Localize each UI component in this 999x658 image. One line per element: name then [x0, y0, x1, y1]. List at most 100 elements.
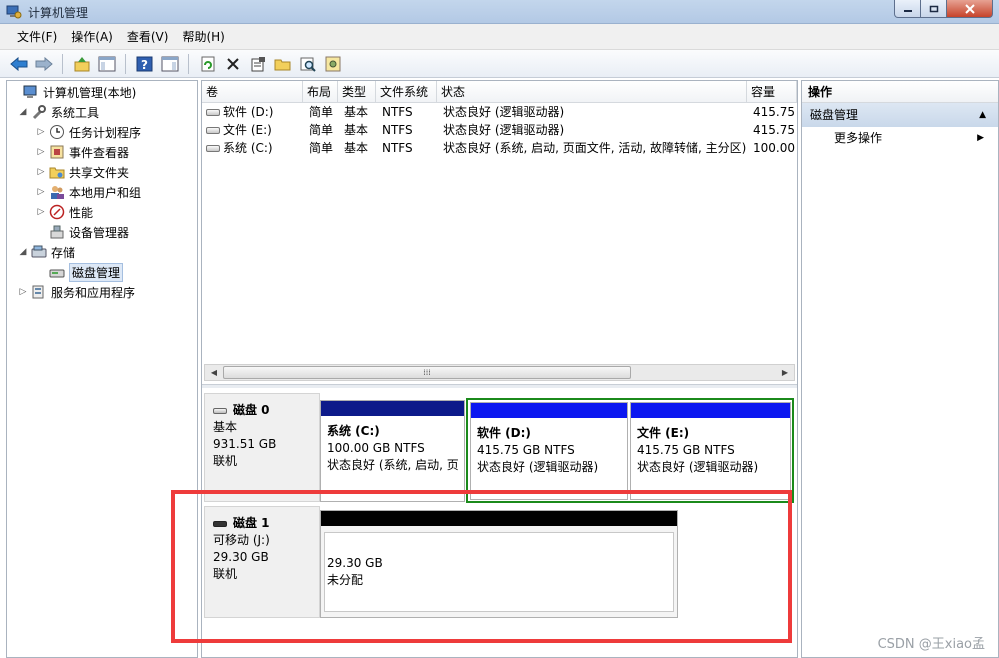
- horizontal-scrollbar[interactable]: ◀ ⁞⁞⁞ ▶: [204, 364, 795, 381]
- status-cell: 状态良好 (逻辑驱动器): [443, 105, 565, 119]
- show-action-pane-button[interactable]: [159, 53, 180, 74]
- tree-item-disk-management[interactable]: 磁盘管理: [35, 262, 124, 282]
- capacity-cell: 415.75 (: [753, 123, 797, 137]
- disk-status: 联机: [213, 567, 238, 581]
- unallocated-size: 29.30 GB: [327, 556, 383, 570]
- table-row[interactable]: 文件 (E:) 简单 基本 NTFS 状态良好 (逻辑驱动器) 415.75 (: [202, 121, 797, 139]
- refresh-button[interactable]: [197, 53, 218, 74]
- show-action-pane-icon: [161, 56, 178, 71]
- maximize-button[interactable]: [921, 0, 947, 18]
- tree-item-computer-management[interactable]: 计算机管理(本地): [9, 82, 136, 102]
- actions-section-disk-management[interactable]: 磁盘管理 ▲: [802, 103, 998, 127]
- expand-arrow-icon[interactable]: ▷: [35, 147, 47, 157]
- show-tree-button[interactable]: [96, 53, 117, 74]
- disk-name: 磁盘 0: [233, 403, 270, 417]
- open-button[interactable]: [272, 53, 293, 74]
- removable-disk-icon: [213, 520, 227, 527]
- tree-item-services-apps[interactable]: ▷ 服务和应用程序: [17, 282, 135, 302]
- drive-icon: [206, 127, 220, 134]
- status-cell: 状态良好 (逻辑驱动器): [443, 123, 565, 137]
- tree-item-system-tools[interactable]: ◢ 系统工具: [17, 102, 99, 122]
- help-button[interactable]: ?: [134, 53, 155, 74]
- expand-arrow-icon[interactable]: ▷: [35, 187, 47, 197]
- scroll-left-icon[interactable]: ◀: [206, 365, 222, 380]
- expand-arrow-icon[interactable]: ▷: [35, 167, 47, 177]
- menu-file[interactable]: 文件(F): [10, 24, 64, 50]
- filesystem-cell: NTFS: [382, 141, 413, 155]
- partition-d[interactable]: 软件 (D:) 415.75 GB NTFS 状态良好 (逻辑驱动器): [470, 402, 628, 500]
- up-button[interactable]: [71, 53, 92, 74]
- drive-icon: [206, 109, 220, 116]
- close-button[interactable]: [947, 0, 993, 18]
- minimize-button[interactable]: [894, 0, 921, 18]
- shared-folder-icon: [49, 164, 65, 180]
- partition-c[interactable]: 系统 (C:) 100.00 GB NTFS 状态良好 (系统, 启动, 页: [320, 400, 465, 502]
- delete-button[interactable]: [222, 53, 243, 74]
- collapse-arrow-icon[interactable]: ◢: [17, 107, 29, 117]
- partition-size: 100.00 GB NTFS: [327, 441, 425, 455]
- menu-action[interactable]: 操作(A): [64, 24, 120, 50]
- actions-section-label: 磁盘管理: [810, 108, 859, 122]
- actions-header: 操作: [802, 81, 998, 103]
- tree-item-storage[interactable]: ◢ 存储: [17, 242, 75, 262]
- tree-item-device-manager[interactable]: 设备管理器: [35, 222, 129, 242]
- tree-item-task-scheduler[interactable]: ▷ 任务计划程序: [35, 122, 141, 142]
- device-manager-icon: [49, 224, 65, 240]
- menu-help[interactable]: 帮助(H): [175, 24, 231, 50]
- expand-arrow-icon[interactable]: ▷: [35, 207, 47, 217]
- action-more-actions[interactable]: 更多操作 ▶: [802, 127, 998, 149]
- layout-cell: 简单: [309, 141, 334, 155]
- tree-item-shared-folders[interactable]: ▷ 共享文件夹: [35, 162, 129, 182]
- expand-arrow-icon[interactable]: ▷: [35, 127, 47, 137]
- open-icon: [274, 59, 290, 70]
- capacity-cell: 100.00 (: [753, 141, 797, 155]
- partition-e[interactable]: 文件 (E:) 415.75 GB NTFS 状态良好 (逻辑驱动器): [630, 402, 791, 500]
- forward-button[interactable]: [33, 53, 54, 74]
- computer-icon: [23, 84, 39, 100]
- settings-icon: [325, 56, 340, 71]
- filesystem-cell: NTFS: [382, 105, 413, 119]
- settings-button[interactable]: [322, 53, 343, 74]
- collapse-up-icon[interactable]: ▲: [979, 103, 986, 127]
- unallocated-space[interactable]: 29.30 GB 未分配: [320, 510, 678, 618]
- column-header-layout[interactable]: 布局: [303, 81, 338, 103]
- filesystem-cell: NTFS: [382, 123, 413, 137]
- column-header-status[interactable]: 状态: [437, 81, 747, 103]
- disk-name: 磁盘 1: [233, 516, 270, 530]
- tree-item-label: 存储: [51, 245, 76, 260]
- disk-1-label[interactable]: 磁盘 1 可移动 (J:) 29.30 GB 联机: [204, 506, 320, 618]
- volume-name: 软件 (D:): [223, 105, 274, 119]
- unallocated-bar: [321, 511, 677, 526]
- back-button[interactable]: [8, 53, 29, 74]
- scrollbar-thumb[interactable]: ⁞⁞⁞: [223, 366, 631, 379]
- show-tree-icon: [98, 56, 115, 71]
- partition-size: 415.75 GB NTFS: [477, 443, 575, 457]
- search-button[interactable]: [297, 53, 318, 74]
- column-header-filesystem[interactable]: 文件系统: [376, 81, 437, 103]
- table-row[interactable]: 软件 (D:) 简单 基本 NTFS 状态良好 (逻辑驱动器) 415.75 (: [202, 103, 797, 121]
- tree-item-local-users[interactable]: ▷ 本地用户和组: [35, 182, 141, 202]
- tree-item-performance[interactable]: ▷ 性能: [35, 202, 93, 222]
- restore-icon: [929, 5, 938, 12]
- drive-icon: [206, 145, 220, 152]
- expand-arrow-icon[interactable]: ▷: [17, 287, 29, 297]
- menu-view[interactable]: 查看(V): [120, 24, 176, 50]
- column-header-type[interactable]: 类型: [338, 81, 376, 103]
- tree-item-label: 事件查看器: [69, 145, 130, 160]
- volume-name: 文件 (E:): [223, 123, 272, 137]
- partition-status: 状态良好 (逻辑驱动器): [477, 460, 599, 474]
- disk-0-label[interactable]: 磁盘 0 基本 931.51 GB 联机: [204, 393, 320, 502]
- tree-item-event-viewer[interactable]: ▷ 事件查看器: [35, 142, 129, 162]
- close-icon: [964, 3, 975, 14]
- title-bar: 计算机管理: [0, 0, 999, 24]
- scroll-right-icon[interactable]: ▶: [777, 365, 793, 380]
- users-icon: [49, 184, 65, 200]
- table-row[interactable]: 系统 (C:) 简单 基本 NTFS 状态良好 (系统, 启动, 页面文件, 活…: [202, 139, 797, 157]
- column-header-volume[interactable]: 卷: [202, 81, 303, 103]
- column-header-capacity[interactable]: 容量: [747, 81, 797, 103]
- properties-button[interactable]: [247, 53, 268, 74]
- services-icon: [31, 284, 47, 300]
- collapse-arrow-icon[interactable]: ◢: [17, 247, 29, 257]
- disk-type: 可移动 (J:): [213, 533, 270, 547]
- disk-size: 931.51 GB: [213, 437, 277, 451]
